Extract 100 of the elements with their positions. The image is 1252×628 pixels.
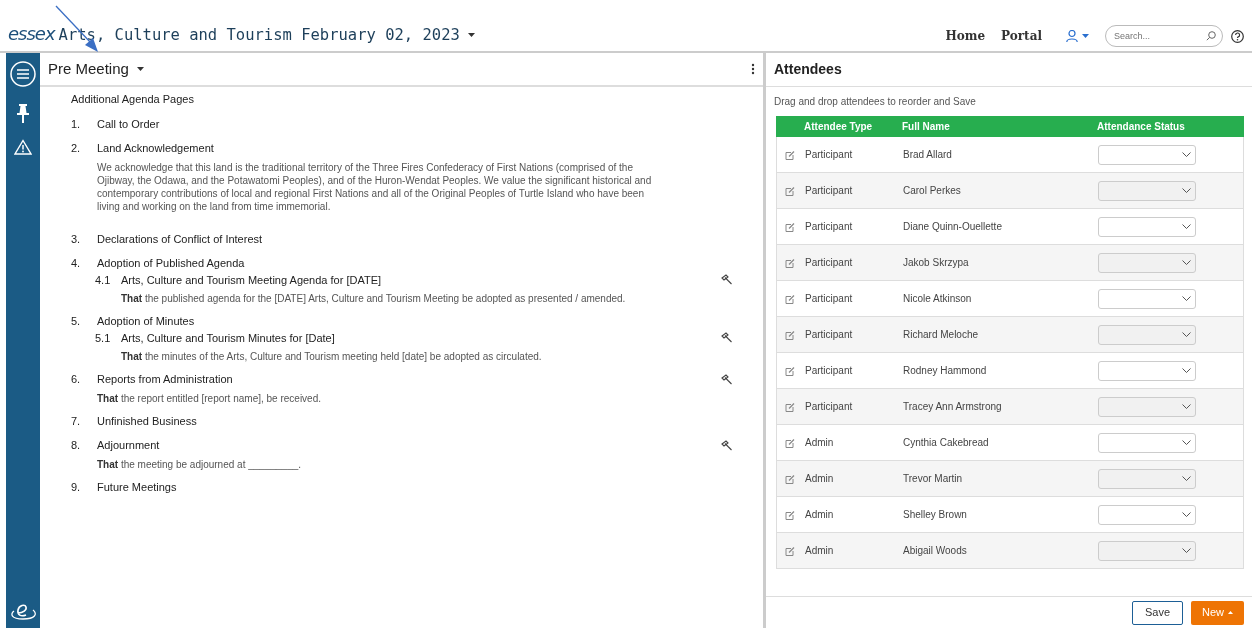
- meeting-type-dropdown[interactable]: Pre Meeting: [48, 57, 144, 81]
- agenda-item-title[interactable]: Adoption of Published Agenda: [97, 255, 245, 272]
- item-number: 5.1: [95, 330, 112, 346]
- table-cell-text: Abigail Woods: [903, 544, 968, 558]
- chevron-icon: [1182, 224, 1191, 229]
- save-button[interactable]: Save: [1132, 600, 1183, 625]
- caret-icon: [467, 33, 475, 38]
- table-cell-text: Carol Perkes: [903, 184, 962, 198]
- table-cell-text: Participant: [805, 400, 854, 414]
- chevron-icon: [1182, 404, 1191, 409]
- edit-icon[interactable]: [785, 294, 795, 305]
- edit-icon[interactable]: [785, 258, 795, 269]
- gavel-icon[interactable]: [721, 274, 733, 286]
- item-number: 4.: [71, 256, 82, 271]
- chevron-icon: [1182, 512, 1191, 517]
- item-number: 3.: [71, 231, 82, 247]
- edit-icon[interactable]: [785, 150, 795, 161]
- agenda-item-text: That the published agenda for the [DATE] Arts, Culture and Tourism Meeting be adopted as presented / amended.: [121, 292, 627, 305]
- table-cell-text: Richard Meloche: [903, 328, 980, 342]
- agenda-item-title[interactable]: Adoption of Minutes: [97, 313, 195, 330]
- item-number: 1.: [71, 116, 82, 132]
- chevron-icon: [1182, 152, 1191, 157]
- nav-link[interactable]: Home: [945, 27, 986, 45]
- edit-icon[interactable]: [785, 330, 795, 341]
- agenda-item-title[interactable]: Call to Order: [97, 115, 160, 132]
- item-number: 9.: [71, 479, 82, 495]
- caret-icon: [136, 67, 144, 71]
- table-cell-text: Admin: [805, 544, 835, 558]
- agenda-item-title[interactable]: Unfinished Business: [97, 412, 197, 429]
- edit-icon[interactable]: [785, 366, 795, 377]
- panel-title: Attendees: [774, 60, 842, 79]
- agenda-item-text: That the minutes of the Arts, Culture and Tourism meeting held [date] be adopted as circulated.: [121, 350, 543, 363]
- table-cell-text: Participant: [805, 256, 854, 270]
- more-icon[interactable]: [751, 63, 755, 75]
- user-icon: [1066, 30, 1078, 42]
- agenda-item-title[interactable]: Reports from Administration: [97, 371, 233, 388]
- agenda-item-text: That the meeting be adjourned at _________.: [97, 457, 303, 471]
- agenda-item-title[interactable]: Land Acknowledgement: [97, 140, 214, 157]
- item-number: 6.: [71, 372, 82, 387]
- agenda-item-title[interactable]: Future Meetings: [97, 478, 177, 495]
- user-menu[interactable]: [1066, 30, 1089, 42]
- edit-icon[interactable]: [785, 222, 795, 233]
- item-number: 7.: [71, 413, 82, 429]
- item-number: 2.: [71, 141, 82, 156]
- table-cell-text: Admin: [805, 508, 835, 522]
- table-cell-text: Participant: [805, 328, 854, 342]
- caret-icon: [1082, 34, 1089, 38]
- table-cell-text: Participant: [805, 364, 854, 378]
- item-number: 8.: [71, 438, 82, 453]
- agenda-item-title[interactable]: Arts, Culture and Tourism Minutes for [Date]: [121, 329, 335, 346]
- agenda-item-text: We acknowledge that this land is the traditional territory of the Three Fires Confederacy of First Nations (comprised of the Ojibway, the Odawa, and the Potawatomi Peoples), and of the Huron-Wendat Peoples. We value the significant historical and contemporary contributions of local and regional First Nations and all of the Original Peoples of Turtle Island who have been living and working on the land from time immemorial.: [97, 160, 653, 213]
- chevron-icon: [1182, 260, 1191, 265]
- table-cell-text: Participant: [805, 148, 854, 162]
- table-cell-text: Participant: [805, 292, 854, 306]
- table-cell-text: Jakob Skrzypa: [903, 256, 970, 270]
- pin-icon[interactable]: [16, 103, 30, 123]
- table-cell-text: Cynthia Cakebread: [903, 436, 990, 450]
- chevron-icon: [1182, 440, 1191, 445]
- table-cell-text: Brad Allard: [903, 148, 953, 162]
- table-cell-text: Diane Quinn-Ouellette: [903, 220, 1003, 234]
- column-header: Attendance Status: [1097, 120, 1185, 134]
- logo[interactable]: essex: [8, 20, 55, 47]
- column-header: Full Name: [902, 120, 951, 134]
- edit-icon[interactable]: [785, 546, 795, 557]
- item-number: 4.1: [95, 272, 112, 288]
- agenda-item-title[interactable]: Declarations of Conflict of Interest: [97, 230, 263, 247]
- column-header: Attendee Type: [804, 120, 874, 134]
- agenda-item-title[interactable]: Adjournment: [97, 437, 160, 454]
- table-cell-text: Rodney Hammond: [903, 364, 988, 378]
- table-cell-text: Participant: [805, 220, 854, 234]
- edit-icon[interactable]: [785, 474, 795, 485]
- search-field[interactable]: Search...: [1105, 25, 1223, 47]
- search-icon[interactable]: [1206, 31, 1216, 41]
- chevron-icon: [1182, 332, 1191, 337]
- table-cell-text: Admin: [805, 472, 835, 486]
- chevron-icon: [1182, 296, 1191, 301]
- section-label: Additional Agenda Pages: [71, 92, 195, 107]
- instruction-text: Drag and drop attendees to reorder and Save: [774, 95, 977, 108]
- menu-icon[interactable]: [10, 61, 36, 87]
- table-cell-text: Shelley Brown: [903, 508, 968, 522]
- edit-icon[interactable]: [785, 438, 795, 449]
- gavel-icon[interactable]: [721, 439, 733, 451]
- table-cell-text: Participant: [805, 184, 854, 198]
- agenda-item-title[interactable]: Arts, Culture and Tourism Meeting Agenda for [DATE]: [121, 271, 382, 288]
- edit-icon[interactable]: [785, 402, 795, 413]
- chevron-icon: [1182, 188, 1191, 193]
- edit-icon[interactable]: [785, 186, 795, 197]
- gavel-icon[interactable]: [721, 373, 733, 385]
- table-cell-text: Tracey Ann Armstrong: [903, 400, 1003, 414]
- caret-icon: [1228, 611, 1233, 614]
- chevron-icon: [1182, 476, 1191, 481]
- warning-icon[interactable]: [14, 139, 32, 155]
- agenda-item-text: That the report entitled [report name], be received.: [97, 391, 322, 405]
- chevron-icon: [1182, 368, 1191, 373]
- table-cell-text: Admin: [805, 436, 835, 450]
- gavel-icon[interactable]: [721, 332, 733, 344]
- edit-icon[interactable]: [785, 510, 795, 521]
- help-icon[interactable]: [1231, 29, 1244, 43]
- item-number: 5.: [71, 314, 82, 329]
- nav-link[interactable]: Portal: [1001, 27, 1042, 45]
